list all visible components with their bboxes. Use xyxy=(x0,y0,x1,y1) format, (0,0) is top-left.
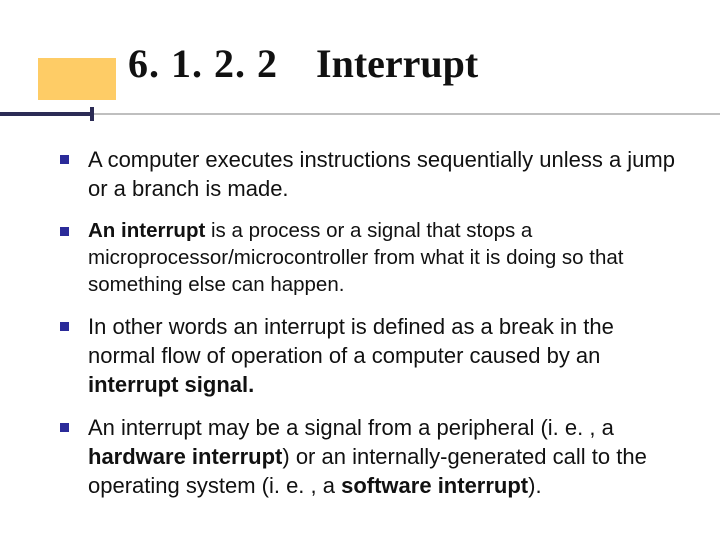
bullet-bold: hardware interrupt xyxy=(88,444,282,469)
rule-dark xyxy=(0,112,94,116)
slide: 6. 1. 2. 2 Interrupt A computer executes… xyxy=(0,0,720,540)
list-item: In other words an interrupt is defined a… xyxy=(60,312,682,399)
bullet-text: In other words an interrupt is defined a… xyxy=(88,314,614,368)
bullet-bold: An interrupt xyxy=(88,219,205,242)
rule-tick xyxy=(90,107,94,121)
title-rule xyxy=(38,113,682,121)
list-item: A computer executes instructions sequent… xyxy=(60,145,682,203)
bullet-text: An interrupt may be a signal from a peri… xyxy=(88,415,614,440)
bullet-bold: interrupt signal. xyxy=(88,372,254,397)
bullet-bold: software interrupt xyxy=(341,473,528,498)
accent-box xyxy=(38,58,116,100)
title-number: 6. 1. 2. 2 xyxy=(128,40,278,87)
bullet-text: A computer executes instructions sequent… xyxy=(88,147,675,201)
list-item: An interrupt is a process or a signal th… xyxy=(60,217,682,298)
bullet-list: A computer executes instructions sequent… xyxy=(38,145,682,500)
title-text: Interrupt xyxy=(316,40,478,87)
slide-title: 6. 1. 2. 2 Interrupt xyxy=(128,40,682,87)
bullet-text: ). xyxy=(528,473,541,498)
list-item: An interrupt may be a signal from a peri… xyxy=(60,413,682,500)
rule-grey xyxy=(0,113,720,115)
